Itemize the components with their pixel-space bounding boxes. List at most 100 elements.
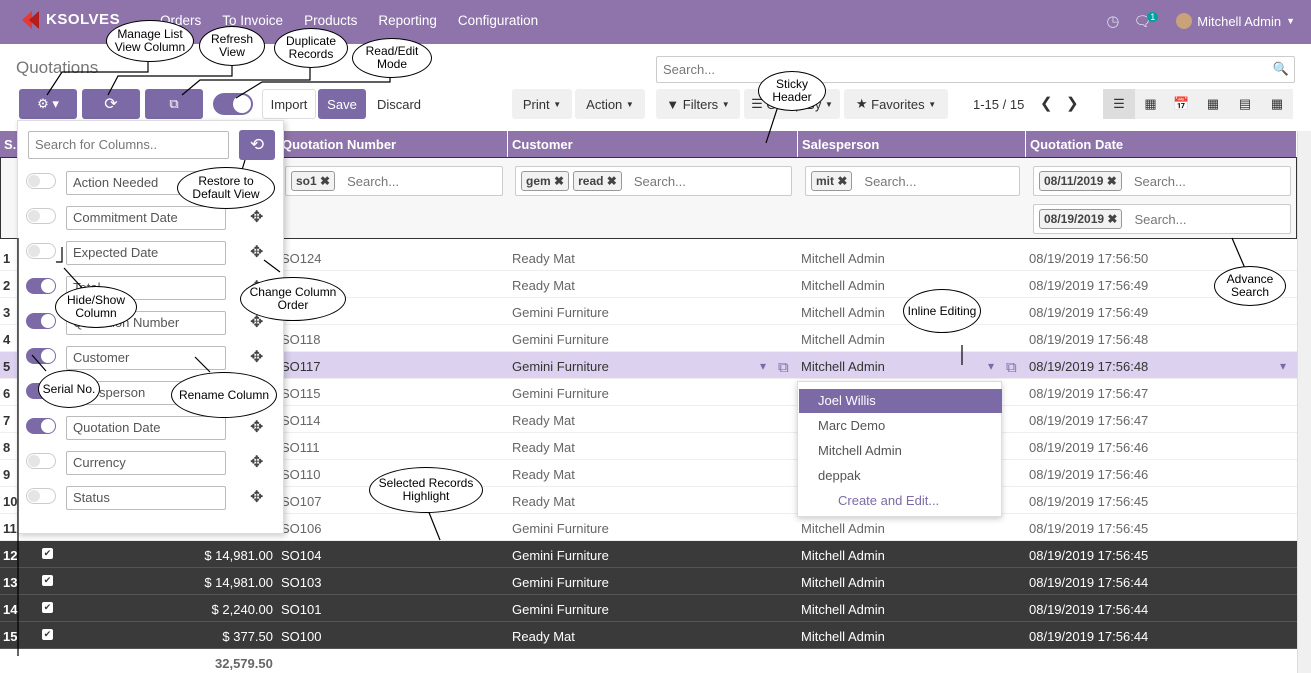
close-icon[interactable]: ✖: [837, 174, 847, 188]
table-row[interactable]: 14 ✔ $ 2,240.00 SO101 Gemini Furniture Mitche…: [0, 595, 1297, 622]
column-visibility-toggle[interactable]: [26, 208, 56, 224]
filter-tag[interactable]: 08/19/2019 ✖: [1039, 209, 1123, 229]
menu-reporting[interactable]: Reporting: [378, 13, 437, 28]
caret-down-icon[interactable]: ▾: [1280, 359, 1286, 373]
filter-date-from[interactable]: 08/11/2019 ✖ Search...: [1033, 166, 1291, 196]
column-name-input[interactable]: Status: [66, 486, 226, 510]
graph-view-icon[interactable]: ▤: [1229, 89, 1261, 119]
prev-page-icon[interactable]: ❮: [1040, 94, 1053, 112]
drag-handle-icon[interactable]: ✥: [250, 242, 263, 262]
filter-quotation-number[interactable]: so1 ✖ Search...: [285, 166, 503, 196]
filter-tag[interactable]: 08/11/2019 ✖: [1039, 171, 1122, 191]
duplicate-button[interactable]: ⧉: [145, 89, 203, 119]
favorites-button[interactable]: ★ Favorites ▼: [844, 89, 948, 119]
column-visibility-toggle[interactable]: [26, 453, 56, 469]
discard-button[interactable]: Discard: [368, 89, 430, 119]
filter-tag[interactable]: mit ✖: [811, 171, 853, 191]
dropdown-item[interactable]: Mitchell Admin: [818, 443, 902, 458]
dropdown-item[interactable]: Marc Demo: [818, 418, 885, 433]
search-input[interactable]: Search... 🔍: [656, 56, 1295, 83]
page-title: Quotations: [16, 58, 99, 77]
filter-tag[interactable]: so1 ✖: [291, 171, 336, 191]
close-icon[interactable]: ✖: [1107, 212, 1117, 226]
close-icon[interactable]: ✖: [320, 174, 330, 188]
manage-columns-button[interactable]: ⚙ ▾: [19, 89, 77, 119]
drag-handle-icon[interactable]: ✥: [250, 452, 263, 472]
serial-no: 8: [3, 440, 11, 455]
serial-no: 9: [3, 467, 11, 482]
header-quotation-date[interactable]: Quotation Date: [1026, 131, 1297, 157]
dropdown-item-active[interactable]: Joel Willis: [799, 389, 1002, 413]
annotation-rename: Rename Column: [171, 372, 277, 418]
clock-icon[interactable]: ◷: [1106, 12, 1119, 30]
list-view-icon[interactable]: ☰: [1103, 89, 1135, 119]
next-page-icon[interactable]: ❯: [1066, 94, 1079, 112]
user-menu[interactable]: Mitchell Admin ▼: [1176, 13, 1295, 29]
pivot-view-icon[interactable]: ▦: [1197, 89, 1229, 119]
menu-products[interactable]: Products: [304, 13, 357, 28]
header-customer[interactable]: Customer: [508, 131, 798, 157]
customer-cell: Ready Mat: [512, 629, 575, 644]
column-visibility-toggle[interactable]: [26, 418, 56, 434]
column-name-input[interactable]: Expected Date: [66, 241, 226, 265]
caret-down-icon: ▼: [721, 99, 730, 109]
pager-value[interactable]: 1-15 / 15: [973, 97, 1024, 112]
column-visibility-toggle[interactable]: [26, 313, 56, 329]
filter-tag[interactable]: gem ✖: [521, 171, 570, 191]
column-visibility-toggle[interactable]: [26, 173, 56, 189]
quotation-date-cell: 08/19/2019 17:56:49: [1029, 305, 1149, 320]
filters-button[interactable]: ▼ Filters ▼: [656, 89, 740, 119]
close-icon[interactable]: ✖: [554, 174, 564, 188]
column-search-input[interactable]: Search for Columns..: [28, 131, 229, 159]
print-button[interactable]: Print ▼: [512, 89, 572, 119]
column-name-input[interactable]: Quotation Date: [66, 416, 226, 440]
save-button[interactable]: Save: [318, 89, 366, 119]
caret-down-icon[interactable]: ▾: [760, 359, 766, 373]
caret-down-icon[interactable]: ▾: [988, 359, 994, 373]
filter-customer[interactable]: gem ✖ read ✖ Search...: [515, 166, 792, 196]
amount-cell: $ 14,981.00: [204, 548, 273, 563]
header-salesperson[interactable]: Salesperson: [798, 131, 1026, 157]
drag-handle-icon[interactable]: ✥: [250, 417, 263, 437]
filter-tag[interactable]: read ✖: [573, 171, 622, 191]
customer-cell: Gemini Furniture: [512, 575, 609, 590]
column-visibility-toggle[interactable]: [26, 348, 56, 364]
quotation-date-cell: 08/19/2019 17:56:44: [1029, 629, 1149, 644]
table-row[interactable]: 13 ✔ $ 14,981.00 SO103 Gemini Furniture Mitch…: [0, 568, 1297, 595]
column-visibility-toggle[interactable]: [26, 243, 56, 259]
kanban-view-icon[interactable]: ▦: [1135, 89, 1166, 119]
column-name-input[interactable]: Currency: [66, 451, 226, 475]
column-visibility-toggle[interactable]: [26, 488, 56, 504]
menu-configuration[interactable]: Configuration: [458, 13, 538, 28]
drag-handle-icon[interactable]: ✥: [250, 347, 263, 367]
column-visibility-toggle[interactable]: [26, 278, 56, 294]
create-and-edit-link[interactable]: Create and Edit...: [838, 493, 939, 508]
scrollbar[interactable]: [1297, 131, 1311, 673]
refresh-button[interactable]: ⟳: [82, 89, 140, 119]
column-name-input[interactable]: Commitment Date: [66, 206, 226, 230]
drag-handle-icon[interactable]: ✥: [250, 207, 263, 227]
dropdown-item[interactable]: deppak: [818, 468, 861, 483]
brand-logo[interactable]: KSOLVES: [20, 9, 120, 31]
grid-view-icon[interactable]: ▦: [1261, 89, 1293, 119]
import-button[interactable]: Import: [262, 89, 316, 119]
drag-handle-icon[interactable]: ✥: [250, 487, 263, 507]
header-serial[interactable]: S.: [0, 131, 18, 157]
table-row[interactable]: 15 ✔ $ 377.50 SO100 Ready Mat Mitchell Admin 0…: [0, 622, 1297, 649]
header-quotation-number[interactable]: Quotation Number: [278, 131, 508, 157]
action-button[interactable]: Action ▼: [575, 89, 645, 119]
close-icon[interactable]: ✖: [1107, 174, 1117, 188]
search-icon[interactable]: 🔍: [1273, 61, 1289, 77]
customer-cell: Gemini Furniture: [512, 359, 609, 374]
external-link-icon[interactable]: ⧉: [778, 359, 789, 376]
external-link-icon[interactable]: ⧉: [1006, 359, 1017, 376]
edit-mode-toggle[interactable]: [213, 93, 253, 115]
column-name-input[interactable]: Customer: [66, 346, 226, 370]
restore-default-button[interactable]: ⟲: [239, 130, 275, 160]
filter-date-to[interactable]: 08/19/2019 ✖ Search...: [1033, 204, 1291, 234]
calendar-view-icon[interactable]: 📅: [1166, 89, 1197, 119]
table-row[interactable]: 12 ✔ $ 14,981.00 SO104 Gemini Furniture Mitch…: [0, 541, 1297, 568]
chat-icon[interactable]: 🗨1: [1133, 11, 1162, 30]
close-icon[interactable]: ✖: [607, 174, 617, 188]
filter-salesperson[interactable]: mit ✖ Search...: [805, 166, 1020, 196]
